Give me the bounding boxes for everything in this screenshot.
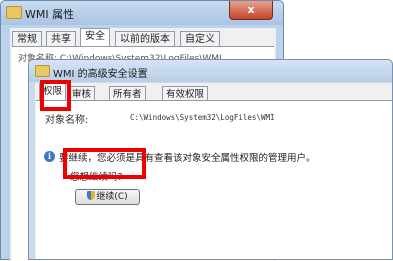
advanced-security-dialog: WMI 的高级安全设置 权限 审核 所有者 有效权限 对象名称: C:\Wind… (28, 59, 393, 260)
continue-button-label: 继续(C) (96, 192, 128, 202)
tab-security[interactable]: 安全 (80, 28, 110, 47)
tab-custom[interactable]: 自定义 (180, 31, 220, 47)
object-name-label: 对象名称: (45, 115, 89, 126)
tab-sharing[interactable]: 共享 (46, 31, 76, 47)
continue-button[interactable]: 继续(C) (75, 189, 140, 205)
tab-general[interactable]: 常规 (12, 31, 42, 47)
tab-previous-versions[interactable]: 以前的版本 (115, 31, 175, 47)
window-title: WMI 属性 (25, 8, 75, 21)
dialog-panel: 权限 审核 所有者 有效权限 对象名称: C:\Windows\System32… (35, 83, 392, 259)
permissions-tab-body: 对象名称: C:\Windows\System32\LogFiles\WMI i… (36, 100, 392, 259)
object-name-value: C:\Windows\System32\LogFiles\WMI (130, 113, 275, 122)
info-icon: i (44, 151, 55, 162)
tab-permissions[interactable]: 权限 (39, 83, 67, 101)
tab-owner[interactable]: 所有者 (109, 86, 146, 101)
tab-effective-permissions[interactable]: 有效权限 (162, 86, 209, 101)
title-bar[interactable]: WMI 属性 x (1, 1, 283, 25)
tab-auditing[interactable]: 审核 (68, 86, 96, 101)
folder-icon (6, 6, 22, 19)
info-message: 要继续，您必须是具有查看该对象安全属性权限的管理用户。 (59, 153, 316, 164)
shield-icon (87, 191, 96, 200)
continue-question: 您想继续吗? (70, 172, 123, 183)
close-button[interactable]: x (229, 1, 273, 20)
dialog-title: WMI 的高级安全设置 (53, 69, 148, 80)
folder-icon (35, 65, 50, 77)
dialog-title-bar[interactable]: WMI 的高级安全设置 (29, 60, 392, 82)
